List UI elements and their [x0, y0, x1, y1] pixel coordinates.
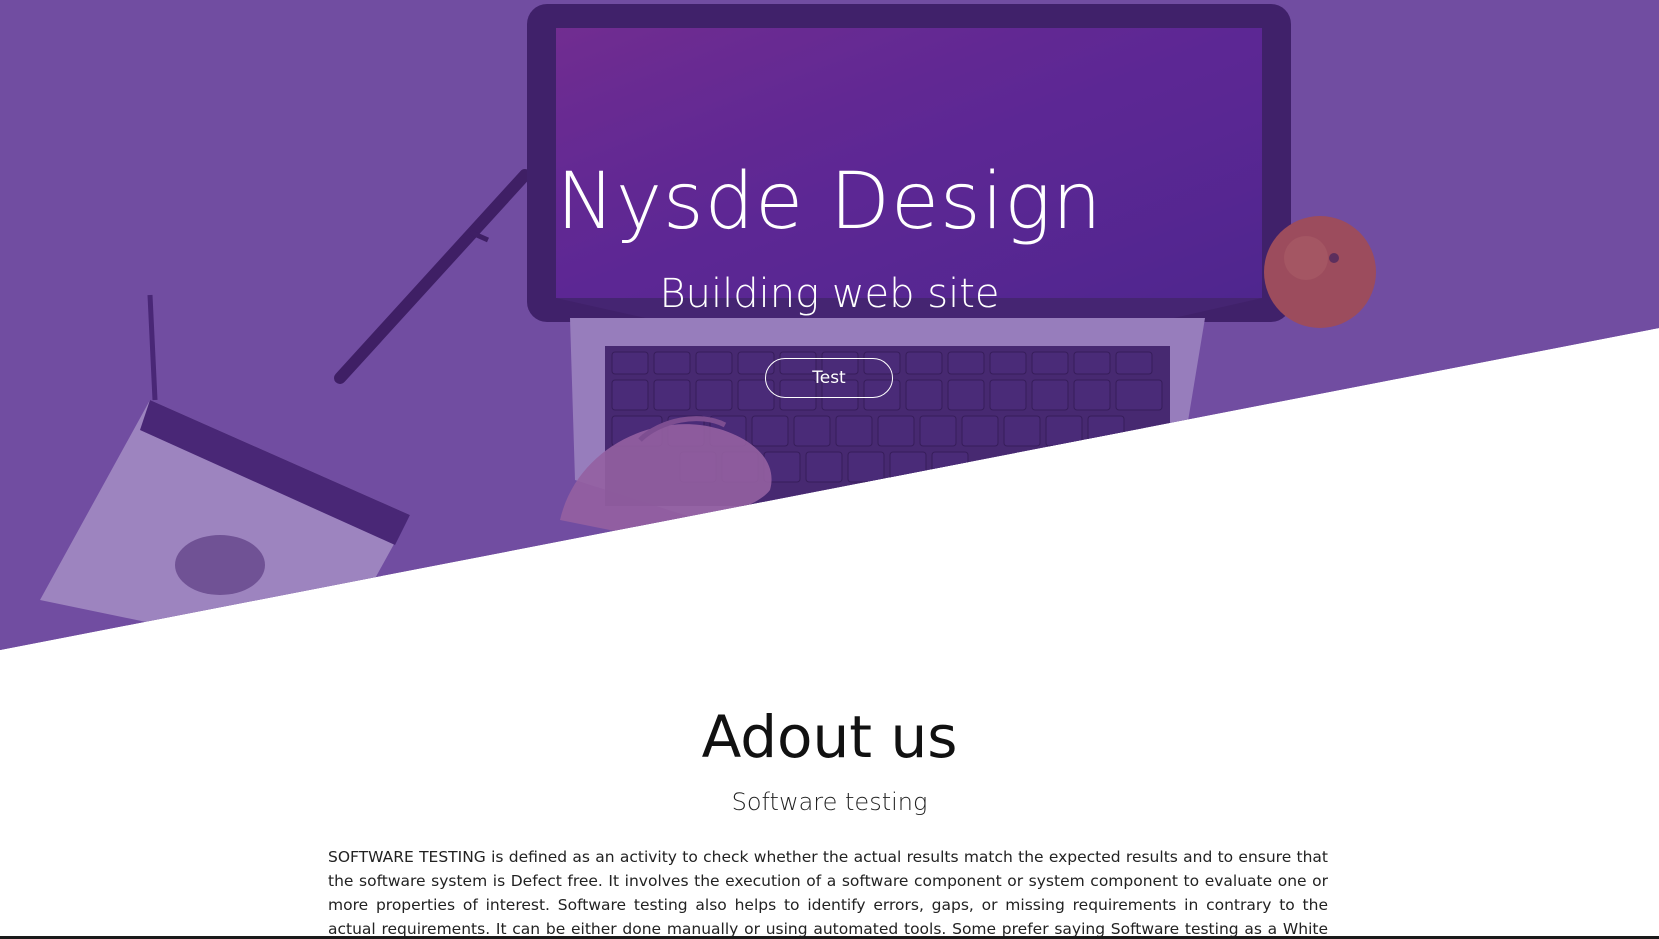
- about-paragraph: SOFTWARE TESTING is defined as an activi…: [328, 848, 1328, 938]
- page: Nysde Design Building web site Test Adou…: [0, 0, 1659, 939]
- hero-title: Nysde Design: [556, 157, 1103, 247]
- hero-overlay: [0, 0, 1659, 650]
- test-button[interactable]: Test: [765, 358, 893, 398]
- hero-subtitle: Building web site: [659, 271, 1000, 317]
- about-subtitle: Software testing: [731, 788, 928, 816]
- hero-section: Nysde Design Building web site Test: [0, 0, 1659, 650]
- about-title: Adout us: [701, 703, 958, 771]
